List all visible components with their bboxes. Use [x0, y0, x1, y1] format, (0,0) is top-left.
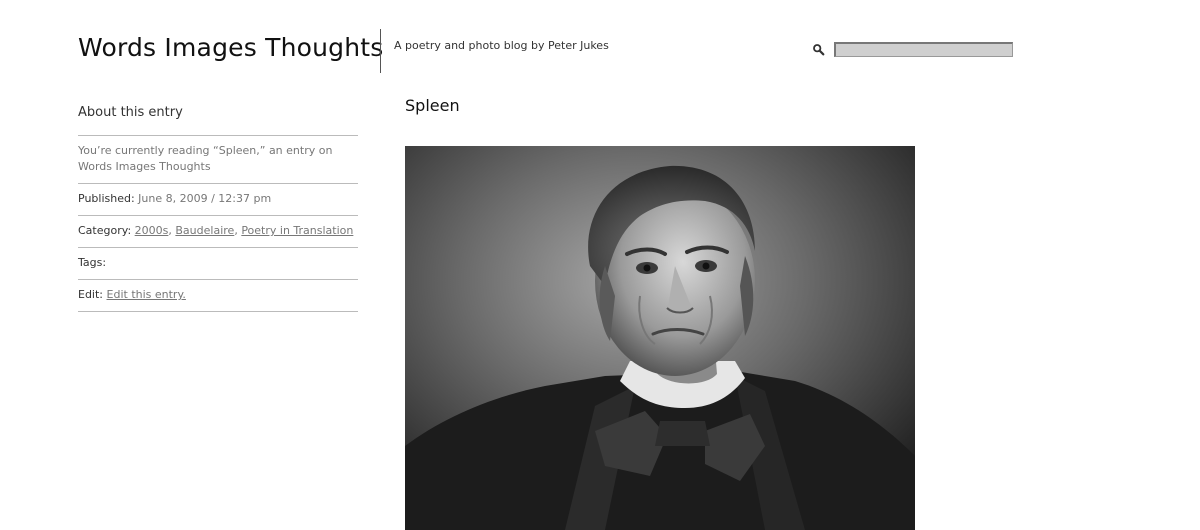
- portrait-photo: [405, 146, 915, 530]
- search-icon[interactable]: [812, 43, 825, 56]
- site-tagline: A poetry and photo blog by Peter Jukes: [394, 39, 609, 52]
- tags-label: Tags:: [78, 256, 107, 269]
- category-row: Category: 2000s, Baudelaire, Poetry in T…: [78, 215, 358, 247]
- sidebar-about-entry: About this entry You’re currently readin…: [78, 100, 358, 312]
- edit-entry-link[interactable]: Edit this entry.: [107, 288, 186, 301]
- category-link-2000s[interactable]: 2000s: [135, 224, 169, 237]
- tags-row: Tags:: [78, 247, 358, 279]
- post-title[interactable]: Spleen: [405, 96, 460, 115]
- search-input[interactable]: [834, 42, 1013, 57]
- published-date: June 8, 2009 / 12:37 pm: [138, 192, 272, 205]
- published-label: Published:: [78, 192, 135, 205]
- reading-info-text: You’re currently reading “Spleen,” an en…: [78, 144, 333, 173]
- published-row: Published: June 8, 2009 / 12:37 pm: [78, 183, 358, 215]
- category-link-baudelaire[interactable]: Baudelaire: [175, 224, 234, 237]
- header-divider: [380, 29, 381, 73]
- reading-info: You’re currently reading “Spleen,” an en…: [78, 135, 358, 183]
- edit-row: Edit: Edit this entry.: [78, 279, 358, 312]
- category-link-poetry-in-translation[interactable]: Poetry in Translation: [241, 224, 353, 237]
- site-title[interactable]: Words Images Thoughts: [78, 33, 384, 62]
- edit-label: Edit:: [78, 288, 104, 301]
- category-label: Category:: [78, 224, 132, 237]
- sidebar-heading: About this entry: [78, 105, 183, 120]
